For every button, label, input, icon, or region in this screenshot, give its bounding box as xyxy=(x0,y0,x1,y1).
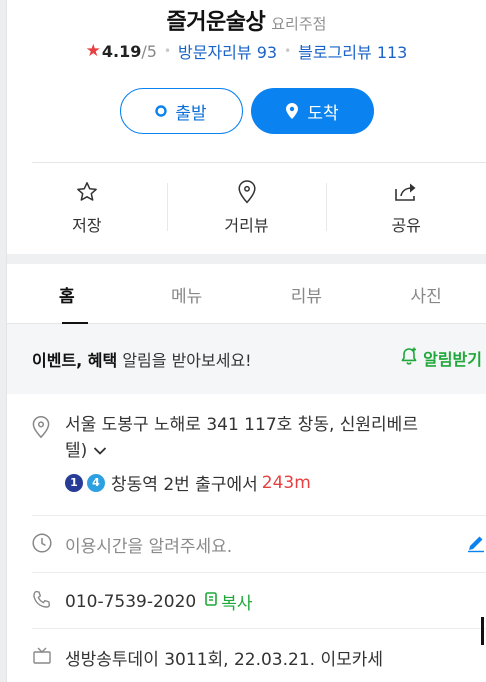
rating-value: 4.19 xyxy=(101,41,142,61)
share-label: 공유 xyxy=(391,216,421,235)
destination-pin-icon xyxy=(285,102,299,120)
hours-section: 이용시간을 알려주세요. xyxy=(7,532,486,557)
place-category: 요리주점 xyxy=(271,15,327,33)
divider xyxy=(32,572,486,573)
hours-row[interactable]: 이용시간을 알려주세요. xyxy=(7,532,486,557)
tv-section: 생방송투데이 3011회, 22.03.21. 이모카세 xyxy=(7,645,486,670)
streetview-button[interactable]: 거리뷰 xyxy=(166,165,327,250)
place-name: 즐거운술상 xyxy=(166,10,266,35)
save-button[interactable]: 저장 xyxy=(7,165,167,250)
address-section: 서울 도봉구 노해로 341 117호 창동, 신원리베르 텔) 1 4 창동역… xyxy=(7,412,486,495)
subway-line-4-badge: 4 xyxy=(87,473,105,492)
location-pin-icon xyxy=(31,415,51,444)
subway-distance: 243m xyxy=(261,472,311,493)
scroll-edge-marker xyxy=(481,617,484,645)
address-line-2: 텔) xyxy=(65,441,88,461)
left-edge-panel xyxy=(0,0,7,682)
divider xyxy=(166,183,168,231)
origin-dot-icon xyxy=(155,105,168,117)
rating-row: ★ 4.19 /5 • 방문자리뷰 93 • 블로그리뷰 113 xyxy=(7,40,486,62)
tv-icon xyxy=(31,645,53,672)
tab-photos[interactable]: 사진 xyxy=(366,264,486,323)
clock-icon xyxy=(31,532,53,559)
edit-pencil-icon[interactable] xyxy=(466,533,486,558)
notify-button[interactable]: 알림받기 xyxy=(399,346,482,370)
separator-dot-icon: • xyxy=(163,44,172,58)
place-header: 즐거운술상 요리주점 ★ 4.19 /5 • 방문자리뷰 93 • 블로그리뷰 … xyxy=(7,0,486,160)
visitor-reviews-link[interactable]: 방문자리뷰 93 xyxy=(178,39,277,63)
tv-row: 생방송투데이 3011회, 22.03.21. 이모카세 xyxy=(7,645,486,670)
event-banner: 이벤트, 혜택 알림을 받아보세요! 알림받기 xyxy=(7,324,486,394)
copy-label: 복사 xyxy=(221,594,253,614)
share-icon xyxy=(393,179,419,205)
subway-line-1-badge: 1 xyxy=(65,473,83,492)
save-label: 저장 xyxy=(72,216,102,235)
subway-info: 1 4 창동역 2번 출구에서 243m xyxy=(65,470,486,495)
action-bar: 저장 거리뷰 공유 xyxy=(7,165,486,250)
hours-placeholder: 이용시간을 알려주세요. xyxy=(65,537,233,557)
tab-menu[interactable]: 메뉴 xyxy=(127,264,247,323)
tab-home[interactable]: 홈 xyxy=(7,264,127,324)
subway-text: 창동역 2번 출구에서 xyxy=(111,475,258,495)
address-toggle[interactable]: 텔) xyxy=(65,438,486,464)
divider xyxy=(32,628,486,629)
divider xyxy=(32,162,486,163)
divider xyxy=(326,183,328,231)
tab-reviews[interactable]: 리뷰 xyxy=(247,264,367,323)
separator-dot-icon: • xyxy=(284,44,292,58)
location-pin-icon xyxy=(237,179,257,205)
bell-plus-icon xyxy=(399,346,423,370)
star-filled-icon: ★ xyxy=(85,41,101,61)
phone-row: 010-7539-2020 복사 xyxy=(7,589,486,614)
streetview-label: 거리뷰 xyxy=(224,216,269,235)
depart-button[interactable]: 출발 xyxy=(119,88,243,134)
tv-appearance: 생방송투데이 3011회, 22.03.21. 이모카세 xyxy=(65,650,384,670)
star-outline-icon xyxy=(75,179,99,205)
depart-label: 출발 xyxy=(175,103,207,124)
address-row: 서울 도봉구 노해로 341 117호 창동, 신원리베르 텔) 1 4 창동역… xyxy=(7,412,486,495)
event-text: 알림을 받아보세요! xyxy=(117,351,252,370)
copy-button[interactable]: 복사 xyxy=(204,589,253,614)
tab-bar: 홈 메뉴 리뷰 사진 xyxy=(7,264,486,324)
divider xyxy=(32,515,486,516)
blog-reviews-link[interactable]: 블로그리뷰 113 xyxy=(298,39,407,63)
phone-section: 010-7539-2020 복사 xyxy=(7,589,486,614)
copy-icon xyxy=(204,591,221,612)
section-gap xyxy=(7,254,486,264)
arrive-button[interactable]: 도착 xyxy=(250,88,374,134)
route-buttons: 출발 도착 xyxy=(7,88,486,134)
share-button[interactable]: 공유 xyxy=(326,165,486,250)
arrive-label: 도착 xyxy=(307,103,339,124)
notify-label: 알림받기 xyxy=(423,350,482,369)
phone-number: 010-7539-2020 xyxy=(65,591,197,612)
event-bold-text: 이벤트, 혜택 xyxy=(32,351,118,370)
chevron-down-icon xyxy=(93,446,107,456)
phone-icon xyxy=(31,589,53,616)
address-line-1: 서울 도봉구 노해로 341 117호 창동, 신원리베르 xyxy=(65,415,418,435)
title-row: 즐거운술상 요리주점 xyxy=(7,4,486,35)
rating-max: /5 xyxy=(141,41,157,61)
